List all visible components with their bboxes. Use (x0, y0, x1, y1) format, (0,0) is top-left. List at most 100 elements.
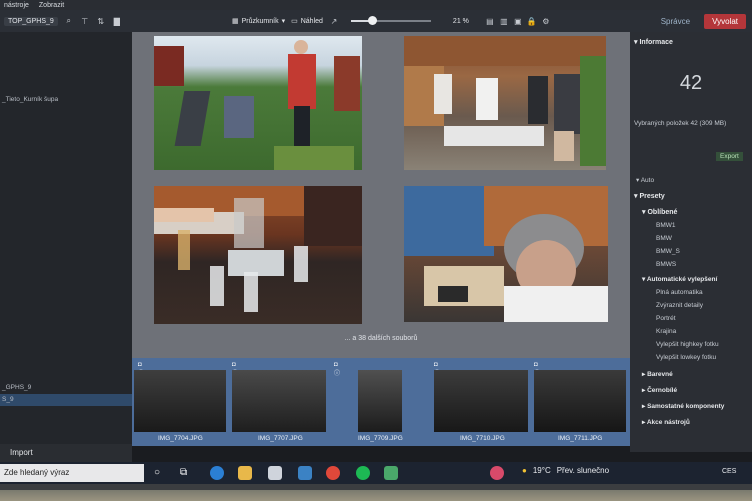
task-view-icon[interactable]: ⧉ (180, 467, 187, 478)
auto-button[interactable]: ▾ Auto (636, 176, 654, 184)
filmstrip-filename: IMG_7707.JPG (258, 435, 303, 442)
sidebar-icon[interactable]: ▣ (513, 16, 523, 26)
temperature: 19°C (532, 466, 551, 475)
spotify-icon[interactable] (356, 466, 370, 480)
store-icon[interactable] (268, 466, 282, 480)
app-icon-tray[interactable] (490, 466, 504, 480)
chevron-down-icon: ▾ (281, 18, 286, 25)
group-components[interactable]: ▸ Samostatné komponenty (642, 402, 724, 410)
develop-mode-button[interactable]: Vyvolat (704, 14, 746, 29)
group-label: Barevné (647, 371, 673, 378)
photo-thumbnail[interactable] (154, 36, 362, 170)
menu-view[interactable]: Zobrazit (39, 2, 64, 9)
preset-item[interactable]: Portrét (656, 315, 676, 322)
filter-icon[interactable]: ⊤ (80, 16, 90, 26)
import-button[interactable]: Import (0, 444, 132, 462)
folder-item[interactable]: _Tieto_Kurník šupa (2, 96, 58, 103)
preset-item[interactable]: BMW (656, 235, 672, 242)
sun-icon: ● (522, 466, 527, 475)
right-panel: ▾ Informace 42 Vybraných položek 42 (309… (630, 32, 752, 452)
browser-mode-button[interactable]: ▦ Průzkumník ▾ (232, 17, 286, 26)
edge-icon[interactable] (210, 466, 224, 480)
photo-thumbnail[interactable] (404, 36, 606, 170)
chevron-right-icon: ▸ (642, 387, 646, 394)
film-thumb-bw (434, 370, 528, 432)
group-colored[interactable]: ▸ Barevné (642, 370, 673, 378)
auto-improve-title[interactable]: ▾ Automatické vylepšení (642, 275, 717, 283)
chevron-right-icon: ▸ (642, 371, 646, 378)
photo-thumbnail[interactable] (404, 186, 608, 322)
auto-label: Auto (640, 177, 655, 184)
grid-icon: ▦ (232, 18, 239, 25)
photo-garden (154, 40, 360, 170)
folder-item-selected[interactable] (0, 394, 132, 406)
chrome-icon[interactable] (326, 466, 340, 480)
export-button[interactable]: Export (716, 152, 743, 161)
app-icon[interactable] (384, 466, 398, 480)
grid-view-icon[interactable]: ▤ (485, 16, 495, 26)
photo-thumbnail[interactable] (154, 186, 362, 324)
photo-terrace (404, 36, 606, 166)
cortana-icon[interactable]: ○ (154, 467, 160, 478)
zoom-slider[interactable] (350, 16, 431, 25)
more-files-label: ... a 38 dalších souborů (344, 335, 418, 342)
left-panel: _Tieto_Kurník šupa _GPHS_9 S_9 (0, 32, 132, 444)
lock-icon[interactable]: 🔒 (527, 16, 537, 26)
preview-mode-button[interactable]: ▭ Náhled (291, 17, 323, 26)
photo-glasses (154, 186, 362, 312)
preset-item[interactable]: Vylepšit highkey fotku (656, 341, 719, 348)
taskbar-search-input[interactable]: Zde hledaný výraz (0, 464, 144, 482)
group-tool-actions[interactable]: ▸ Akce nástrojů (642, 418, 690, 426)
preview-icon: ▭ (291, 18, 298, 25)
info-title: Informace (639, 39, 673, 46)
preset-item[interactable]: Vylepšit lowkey fotku (656, 354, 716, 361)
zoom-value: 21 % (452, 17, 469, 25)
preset-item[interactable]: BMW_S (656, 248, 680, 255)
settings-icon[interactable]: ⚙ (541, 16, 551, 26)
favorites-title[interactable]: ▾ Oblíbené (642, 208, 677, 216)
folder-icon[interactable]: ▇ (112, 16, 122, 26)
group-label: Samostatné komponenty (647, 403, 725, 410)
presets-label: Presety (639, 193, 665, 200)
filmstrip-filename: IMG_7709.JPG (358, 435, 403, 442)
favorites-label: Oblíbené (647, 209, 678, 216)
language-indicator[interactable]: CES (722, 468, 736, 475)
folder-path[interactable]: TOP_GPHS_9 (4, 16, 58, 26)
folder-item[interactable]: _GPHS_9 (2, 384, 31, 391)
chevron-down-icon: ▾ (642, 276, 646, 283)
chevron-right-icon: ▸ (642, 403, 646, 410)
chevron-down-icon: ▾ (634, 39, 638, 46)
file-explorer-icon[interactable] (238, 466, 252, 480)
presets-title[interactable]: ▾ Presety (634, 192, 665, 200)
weather-widget[interactable]: ● 19°C Přev. slunečno (522, 466, 609, 475)
menu-tools[interactable]: nástroje (4, 2, 29, 9)
chevron-down-icon: ▾ (636, 177, 640, 184)
compare-icon[interactable]: ▥ (499, 16, 509, 26)
preset-item[interactable]: BMW1 (656, 222, 676, 229)
manage-mode-button[interactable]: Správce (653, 14, 698, 29)
sort-icon[interactable]: ⇅ (96, 16, 106, 26)
browser-mode-label: Průzkumník (241, 17, 279, 25)
chevron-down-icon: ▾ (642, 209, 646, 216)
camera-info-icon: ◘ ⓘ (334, 362, 341, 377)
preview-mode-label: Náhled (300, 17, 323, 25)
search-icon[interactable]: ⌕ (64, 16, 74, 26)
preset-item[interactable]: BMWS (656, 261, 676, 268)
selected-label: Vybraných položek 42 (309 MB) (634, 120, 727, 127)
auto-improve-label: Automatické vylepšení (646, 276, 718, 283)
group-label: Černobílé (647, 387, 678, 394)
chevron-right-icon: ▸ (642, 419, 646, 426)
filmstrip-filename: IMG_7711.JPG (558, 435, 603, 442)
film-thumb-bw (134, 370, 226, 432)
filmstrip-filename: IMG_7710.JPG (460, 435, 505, 442)
external-icon[interactable]: ↗ (329, 16, 339, 26)
mail-icon[interactable] (298, 466, 312, 480)
preset-item[interactable]: Zvýraznit detaily (656, 302, 703, 309)
preset-item[interactable]: Krajina (656, 328, 676, 335)
group-bw[interactable]: ▸ Černobílé (642, 386, 677, 394)
zoom-slider-knob[interactable] (367, 16, 377, 25)
info-section-title[interactable]: ▾ Informace (634, 38, 673, 46)
weather-text: Přev. slunečno (556, 466, 610, 475)
preset-item[interactable]: Plná automatika (656, 289, 703, 296)
folder-item[interactable]: S_9 (2, 396, 14, 403)
